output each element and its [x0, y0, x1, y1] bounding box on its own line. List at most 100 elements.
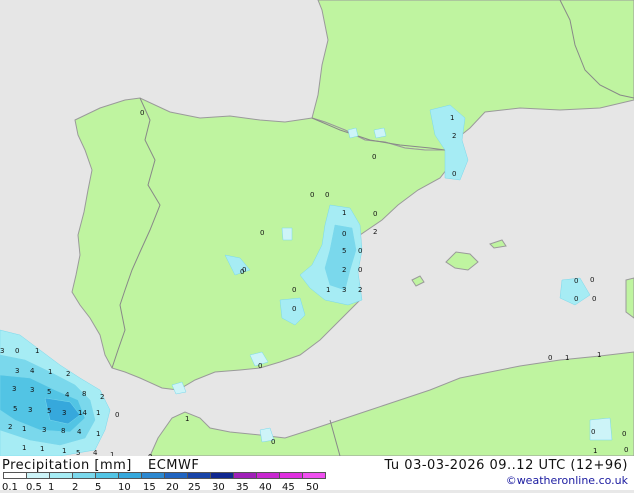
credit-link[interactable]: ©weatheronline.co.uk: [506, 474, 628, 487]
precip-value-label: 0: [240, 268, 244, 276]
color-scale-tick-label: 35: [236, 482, 249, 493]
precip-value-label: 1: [62, 447, 66, 455]
precip-value-label: 0: [325, 191, 329, 199]
precip-value-label: 1: [565, 354, 569, 362]
color-scale-segment: [118, 472, 142, 479]
precip-value-label: 1: [40, 445, 44, 453]
color-scale-bar: [3, 472, 328, 481]
precip-value-label: 5: [342, 247, 346, 255]
precip-value-label: 0: [15, 347, 19, 355]
color-scale-tick-label: 0.5: [26, 482, 42, 493]
precip-value-label: 2: [100, 393, 104, 401]
valid-datetime: Tu 03-03-2026 09..12 UTC (12+96): [384, 458, 628, 473]
precip-value-label: 3: [62, 409, 66, 417]
color-scale-segment: [164, 472, 188, 479]
precip-value-label: 4: [65, 391, 70, 399]
color-scale-segment: [279, 472, 303, 479]
precip-value-label: 0: [591, 428, 595, 436]
precip-value-label: 5: [76, 449, 80, 456]
precip-value-label: 0: [292, 286, 296, 294]
color-scale-segment: [141, 472, 165, 479]
color-scale-tick-label: 5: [95, 482, 102, 493]
precip-value-label: 0: [624, 446, 628, 454]
precip-value-label: 3: [342, 286, 346, 294]
precip-value-label: 0: [574, 295, 578, 303]
color-scale-segment: [49, 472, 73, 479]
color-scale-tick-label: 10: [118, 482, 131, 493]
map-canvas: 01200 001 00 0 25 02 01 3 200000 00 013 0 103 4 1 23 3 5 4…: [0, 0, 634, 456]
precip-value-label: 1: [96, 409, 100, 417]
color-scale-tick-label: 25: [188, 482, 201, 493]
precip-value-label: 3: [28, 406, 32, 414]
precip-value-label: 1: [48, 368, 52, 376]
land-corsica: [625, 277, 634, 319]
precip-value-label: 3: [30, 386, 34, 394]
precip-value-label: 2: [358, 286, 362, 294]
precip-value-label: 4: [93, 449, 98, 456]
model-name: ECMWF: [148, 458, 200, 473]
precip-value-label: 0: [452, 170, 456, 178]
precip-value-label: 1: [22, 425, 26, 433]
precip-value-label: 5: [47, 388, 51, 396]
precip-value-label: 0: [590, 276, 594, 284]
precip-value-label: 4: [30, 367, 35, 375]
color-scale-tick-label: 0.1: [2, 482, 18, 493]
color-scale-segment: [210, 472, 234, 479]
precip-value-label: 0: [372, 153, 376, 161]
precip-value-label: 4: [77, 428, 82, 436]
color-scale-tick-label: 50: [306, 482, 319, 493]
precip-value-label: 3: [0, 347, 4, 355]
precip-value-label: 5: [47, 407, 51, 415]
precip-value-label: 2: [66, 370, 70, 378]
color-scale-segment: [26, 472, 50, 479]
precip-value-label: 0: [574, 277, 578, 285]
precip-value-label: 0: [140, 109, 144, 117]
precip-value-label: 0: [592, 295, 596, 303]
color-scale-segment: [72, 472, 96, 479]
precip-value-label: 1: [326, 286, 330, 294]
color-scale-segment: [256, 472, 280, 479]
precip-value-label: 1: [185, 415, 189, 423]
precip-value-label: 14: [78, 409, 87, 417]
color-scale-segment: [187, 472, 211, 479]
precip-value-label: 0: [358, 247, 362, 255]
precip-value-label: 5: [13, 405, 17, 413]
precip-value-label: 1: [96, 430, 100, 438]
precip-value-label: 8: [61, 427, 65, 435]
precip-value-label: 2: [342, 266, 346, 274]
precip-value-label: 1: [597, 351, 601, 359]
color-scale-segment: [233, 472, 257, 479]
precip-value-label: 1: [593, 447, 597, 455]
color-scale-segment: [95, 472, 119, 479]
precip-value-label: 1: [35, 347, 39, 355]
color-scale-segment: [3, 472, 27, 479]
precip-value-label: 0: [358, 266, 362, 274]
precip-value-label: 0: [373, 210, 377, 218]
precip-value-label: 0: [260, 229, 264, 237]
precip-value-label: 0: [258, 362, 262, 370]
precip-value-label: 2: [452, 132, 456, 140]
precip-value-label: 0: [271, 438, 275, 446]
color-scale-segment: [302, 472, 326, 479]
precip-value-label: 0: [292, 305, 296, 313]
precip-value-label: 0: [342, 230, 346, 238]
precip-value-label: 0: [310, 191, 314, 199]
legend-title: Precipitation [mm]: [2, 458, 132, 473]
precip-value-label: 1: [342, 209, 346, 217]
color-scale-tick-label: 30: [212, 482, 225, 493]
precip-value-label: 0: [115, 411, 119, 419]
precip-value-label: 2: [373, 228, 377, 236]
precip-value-label: 3: [42, 426, 46, 434]
color-scale-tick-label: 40: [259, 482, 272, 493]
precip-value-label: 2: [8, 423, 12, 431]
color-scale-tick-label: 2: [72, 482, 79, 493]
precip-value-label: 8: [82, 390, 86, 398]
precipitation-map[interactable]: 0120000100025020132000000001301034123354…: [0, 0, 634, 490]
color-scale-tick-label: 15: [143, 482, 156, 493]
precip-value-label: 1: [450, 114, 454, 122]
precip-value-label: 3: [12, 385, 16, 393]
color-scale-tick-label: 45: [282, 482, 295, 493]
precip-value-label: 0: [548, 354, 552, 362]
color-scale-tick-label: 20: [166, 482, 179, 493]
precip-value-label: 0: [622, 430, 626, 438]
